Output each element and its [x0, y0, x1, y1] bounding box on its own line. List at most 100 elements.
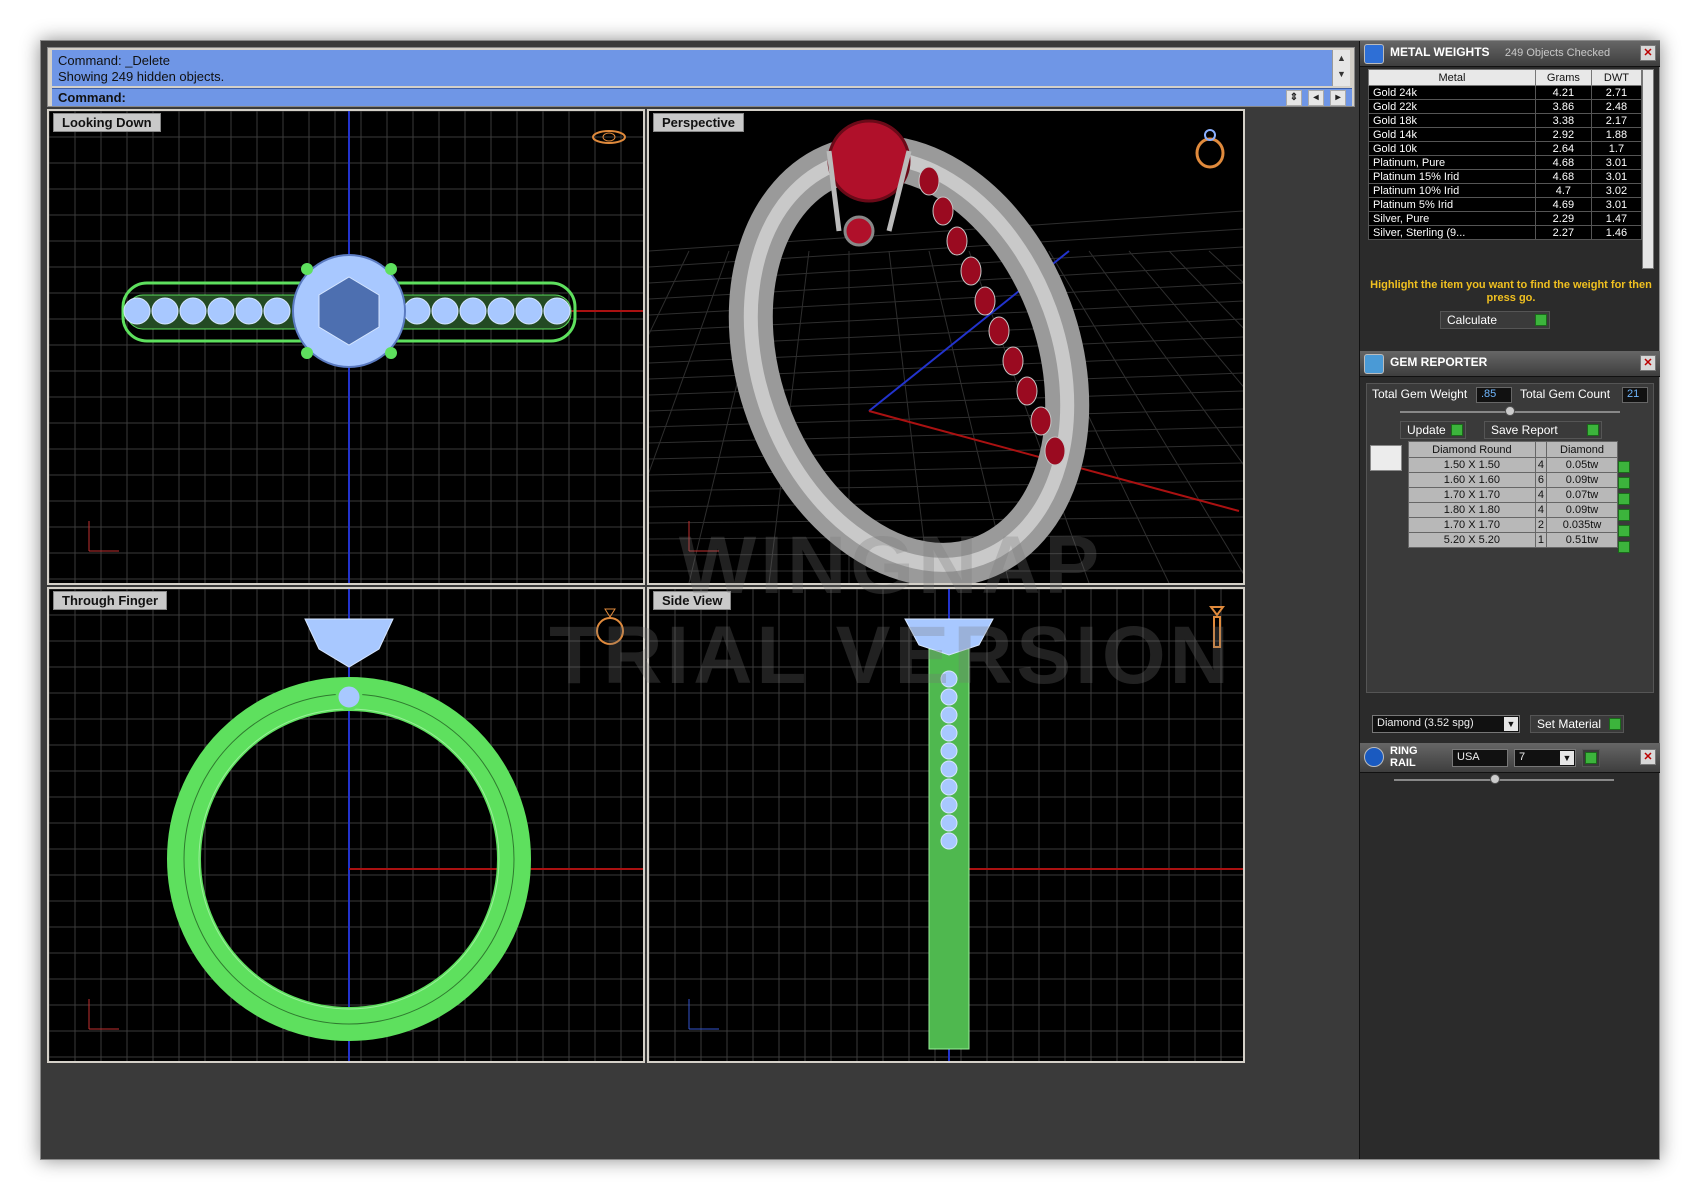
ring-rail-title-line: RING — [1390, 745, 1418, 757]
gem-cell: 0.035tw — [1546, 517, 1618, 533]
metal-weights-scrollbar[interactable] — [1642, 69, 1654, 269]
metal-row[interactable]: Gold 24k 4.21 2.71 — [1368, 85, 1643, 100]
go-arrow-icon[interactable] — [1618, 461, 1630, 473]
metal-cell: 1.88 — [1590, 127, 1643, 142]
go-arrow-icon[interactable] — [1618, 541, 1630, 553]
viewport-label: Side View — [653, 591, 732, 610]
gem-cell: 1 — [1534, 532, 1548, 548]
column-header — [1534, 441, 1548, 458]
viewport-looking-down[interactable]: Looking Down — [47, 109, 645, 585]
metal-cell: 2.92 — [1534, 127, 1592, 142]
metal-cell: 4.68 — [1534, 155, 1592, 170]
close-icon[interactable]: ✕ — [1640, 355, 1656, 371]
ring-size-standard-select[interactable]: USA — [1452, 749, 1508, 767]
ring-rail-title: RING RAIL — [1390, 745, 1418, 769]
metal-row[interactable]: Silver, Sterling (9... 2.27 1.46 — [1368, 225, 1643, 240]
viewport-side-view[interactable]: Side View — [647, 587, 1245, 1063]
save-report-label: Save Report — [1491, 423, 1558, 437]
close-icon[interactable]: ✕ — [1640, 45, 1656, 61]
diamond-round-icon — [1370, 445, 1402, 471]
gem-report-table: Diamond Round Diamond 1.50 X 1.50 4 0.05tw… — [1408, 441, 1618, 548]
gem-row[interactable]: 1.80 X 1.80 4 0.09tw — [1408, 502, 1618, 518]
metal-row[interactable]: Gold 18k 3.38 2.17 — [1368, 113, 1643, 128]
metal-cell: Gold 10k — [1368, 141, 1536, 156]
calculate-button[interactable]: Calculate — [1440, 311, 1550, 329]
metal-cell: Platinum 10% Irid — [1368, 183, 1536, 198]
gem-slider-knob[interactable] — [1505, 406, 1515, 416]
close-icon[interactable]: ✕ — [1640, 749, 1656, 765]
column-header[interactable]: Grams — [1534, 69, 1592, 86]
ring-rail-slider-knob[interactable] — [1490, 774, 1500, 784]
metal-row[interactable]: Platinum 10% Irid 4.7 3.02 — [1368, 183, 1643, 198]
gem-row[interactable]: 1.70 X 1.70 4 0.07tw — [1408, 487, 1618, 503]
metal-weights-table: Metal Grams DWT Gold 24k 4.21 2.71 Gold 22k… — [1368, 69, 1643, 240]
save-report-button[interactable]: Save Report — [1484, 421, 1602, 439]
gem-cell: 1.70 X 1.70 — [1408, 517, 1536, 533]
chevron-down-icon[interactable]: ▼ — [1504, 717, 1518, 731]
total-gem-weight-label: Total Gem Weight — [1372, 387, 1468, 401]
gem-row[interactable]: 1.60 X 1.60 6 0.09tw — [1408, 472, 1618, 488]
command-history: Command: _Delete Showing 249 hidden obje… — [52, 50, 1332, 86]
gem-row[interactable]: 1.50 X 1.50 4 0.05tw — [1408, 457, 1618, 473]
ring-rail-slider-track[interactable] — [1394, 779, 1614, 781]
ring-size-standard-value: USA — [1457, 751, 1480, 763]
ring-size-value: 7 — [1519, 751, 1526, 763]
metal-row[interactable]: Platinum 5% Irid 4.69 3.01 — [1368, 197, 1643, 212]
ring-size-select[interactable]: 7 ▼ — [1514, 749, 1576, 767]
go-arrow-icon[interactable] — [1618, 509, 1630, 521]
column-header[interactable]: DWT — [1590, 69, 1643, 86]
material-select[interactable]: Diamond (3.52 spg) ▼ — [1372, 715, 1520, 733]
metal-row[interactable]: Platinum, Pure 4.68 3.01 — [1368, 155, 1643, 170]
ring-thumbnail-icon — [1195, 129, 1225, 169]
gem-cell: 4 — [1534, 487, 1548, 503]
metal-cell: 3.86 — [1534, 99, 1592, 114]
update-button[interactable]: Update — [1400, 421, 1466, 439]
command-input[interactable] — [132, 90, 1212, 105]
gem-row[interactable]: 5.20 X 5.20 1 0.51tw — [1408, 532, 1618, 548]
grid — [49, 589, 643, 1061]
metal-cell: 4.7 — [1534, 183, 1592, 198]
scroll-arrows-icon[interactable]: ⇕ — [1286, 90, 1302, 106]
gem-report-icon — [1364, 354, 1384, 374]
arrow-left-icon[interactable]: ◂ — [1308, 90, 1324, 106]
metal-row[interactable]: Silver, Pure 2.29 1.47 — [1368, 211, 1643, 226]
metal-row[interactable]: Platinum 15% Irid 4.68 3.01 — [1368, 169, 1643, 184]
arrow-right-icon[interactable]: ▸ — [1330, 90, 1346, 106]
material-select-value: Diamond (3.52 spg) — [1377, 717, 1474, 729]
metal-row[interactable]: Gold 14k 2.92 1.88 — [1368, 127, 1643, 142]
command-history-line: Showing 249 hidden objects. — [58, 69, 225, 84]
metal-cell: 2.71 — [1590, 85, 1643, 100]
go-arrow-icon[interactable] — [1585, 752, 1597, 764]
metal-row[interactable]: Gold 22k 3.86 2.48 — [1368, 99, 1643, 114]
column-header[interactable]: Metal — [1368, 69, 1536, 86]
set-material-button[interactable]: Set Material — [1530, 715, 1624, 733]
ring-rail-icon — [1364, 747, 1384, 767]
column-header: Diamond Round — [1408, 441, 1536, 458]
metal-cell: 4.21 — [1534, 85, 1592, 100]
go-arrow-icon[interactable] — [1609, 718, 1621, 730]
gem-reporter-header: GEM REPORTER ✕ — [1360, 351, 1660, 377]
viewport-through-finger[interactable]: Through Finger — [47, 587, 645, 1063]
gem-cell: 2 — [1534, 517, 1548, 533]
metal-row[interactable]: Gold 10k 2.64 1.7 — [1368, 141, 1643, 156]
total-gem-weight-value: .85 — [1476, 387, 1512, 403]
command-history-scrollbar[interactable]: ▲ ▼ — [1332, 50, 1350, 86]
metal-cell: Gold 14k — [1368, 127, 1536, 142]
chevron-down-icon[interactable]: ▼ — [1560, 751, 1574, 765]
go-arrow-icon[interactable] — [1618, 477, 1630, 489]
go-arrow-icon[interactable] — [1587, 424, 1599, 436]
go-arrow-icon[interactable] — [1451, 424, 1463, 436]
metal-cell: 3.01 — [1590, 197, 1643, 212]
metal-weights-header: METAL WEIGHTS 249 Objects Checked ✕ — [1360, 41, 1660, 67]
viewport-perspective[interactable]: Perspective — [647, 109, 1245, 585]
go-arrow-icon[interactable] — [1618, 525, 1630, 537]
metal-cell: 3.02 — [1590, 183, 1643, 198]
ring-rail-go-button[interactable] — [1582, 749, 1600, 767]
metal-weights-title: METAL WEIGHTS — [1390, 45, 1490, 59]
perspective-grid — [649, 119, 1243, 583]
go-arrow-icon[interactable] — [1618, 493, 1630, 505]
metal-cell: 3.01 — [1590, 155, 1643, 170]
gem-row[interactable]: 1.70 X 1.70 2 0.035tw — [1408, 517, 1618, 533]
metal-cell: 2.64 — [1534, 141, 1592, 156]
go-arrow-icon[interactable] — [1535, 314, 1547, 326]
